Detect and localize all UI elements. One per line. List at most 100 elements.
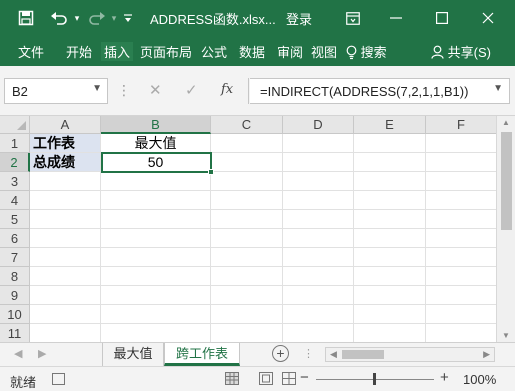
chevron-down-icon[interactable]: ▼ xyxy=(92,83,102,94)
grid-cell[interactable] xyxy=(101,248,211,267)
cell-a1[interactable]: 工作表 xyxy=(30,134,101,153)
normal-view-icon[interactable] xyxy=(225,372,239,385)
customize-quick-access-icon[interactable] xyxy=(122,8,134,28)
tab-page-layout[interactable]: 页面布局 xyxy=(140,42,192,61)
grid-cell[interactable] xyxy=(426,267,497,286)
scroll-right-icon[interactable]: ▶ xyxy=(483,349,490,360)
grid-cell[interactable] xyxy=(426,248,497,267)
tab-home[interactable]: 开始 xyxy=(66,42,92,61)
grid-cell[interactable] xyxy=(30,210,101,229)
grid-cell[interactable] xyxy=(30,172,101,191)
grid-cell[interactable] xyxy=(283,172,354,191)
vertical-scrollbar[interactable]: ▲ ▼ xyxy=(496,116,515,342)
redo-dropdown-icon[interactable]: ▾ xyxy=(109,8,119,28)
grid-cell[interactable] xyxy=(211,324,283,342)
grid-cell[interactable] xyxy=(30,267,101,286)
grid-cell[interactable] xyxy=(354,153,426,172)
confirm-entry-icon[interactable]: ✓ xyxy=(185,81,198,99)
column-header-f[interactable]: F xyxy=(426,116,497,134)
grid-cell[interactable] xyxy=(30,305,101,324)
grid-cell[interactable] xyxy=(426,305,497,324)
redo-icon[interactable] xyxy=(86,8,108,28)
tab-review[interactable]: 审阅 xyxy=(277,42,303,61)
tab-file[interactable]: 文件 xyxy=(18,42,44,61)
zoom-level[interactable]: 100% xyxy=(463,372,496,387)
grid-cell[interactable] xyxy=(354,286,426,305)
zoom-slider-thumb[interactable] xyxy=(373,373,376,385)
restore-icon[interactable] xyxy=(434,8,450,28)
cell-b1[interactable]: 最大值 xyxy=(101,134,211,153)
grid-cell[interactable] xyxy=(211,191,283,210)
grid-cell[interactable] xyxy=(354,305,426,324)
grid-cell[interactable] xyxy=(283,153,354,172)
column-header-e[interactable]: E xyxy=(354,116,426,134)
grid-cell[interactable] xyxy=(354,229,426,248)
select-all-corner[interactable] xyxy=(0,116,30,134)
grid-cell[interactable] xyxy=(211,229,283,248)
grid-cell[interactable] xyxy=(211,153,283,172)
grid-cell[interactable] xyxy=(426,153,497,172)
grid-cell[interactable] xyxy=(426,191,497,210)
grid-cell[interactable] xyxy=(283,305,354,324)
grid-cell[interactable] xyxy=(426,172,497,191)
grid-cell[interactable] xyxy=(283,134,354,153)
macro-recording-icon[interactable] xyxy=(52,373,65,385)
grid-cell[interactable] xyxy=(426,210,497,229)
login-link[interactable]: 登录 xyxy=(286,9,312,28)
tab-insert[interactable]: 插入 xyxy=(101,42,134,61)
row-header[interactable]: 7 xyxy=(0,248,30,267)
row-header[interactable]: 2 xyxy=(0,153,30,172)
column-header-d[interactable]: D xyxy=(283,116,354,134)
column-header-b[interactable]: B xyxy=(101,116,211,134)
grid-cell[interactable] xyxy=(283,248,354,267)
grid-cell[interactable] xyxy=(426,134,497,153)
grid-cell[interactable] xyxy=(101,324,211,342)
zoom-in-icon[interactable]: + xyxy=(440,369,449,386)
grid-cell[interactable] xyxy=(426,286,497,305)
ribbon-display-options-icon[interactable] xyxy=(345,8,361,28)
add-sheet-icon[interactable]: + xyxy=(272,345,289,362)
grid-cell[interactable] xyxy=(101,191,211,210)
grid-cell[interactable] xyxy=(283,229,354,248)
scroll-down-icon[interactable]: ▼ xyxy=(502,331,510,340)
grid-cell[interactable] xyxy=(283,286,354,305)
undo-dropdown-icon[interactable]: ▾ xyxy=(72,8,82,28)
cell-a2[interactable]: 总成绩 xyxy=(30,153,101,172)
formula-bar-resize-handle[interactable]: ⋮ xyxy=(117,82,131,99)
grid-cell[interactable] xyxy=(426,324,497,342)
grid-cell[interactable] xyxy=(283,210,354,229)
grid-cell[interactable] xyxy=(354,324,426,342)
scroll-up-icon[interactable]: ▲ xyxy=(502,118,510,127)
column-header-a[interactable]: A xyxy=(30,116,101,134)
grid-cell[interactable] xyxy=(30,324,101,342)
row-header[interactable]: 10 xyxy=(0,305,30,324)
column-header-c[interactable]: C xyxy=(211,116,283,134)
grid-cell[interactable] xyxy=(354,267,426,286)
sheet-tab-max[interactable]: 最大值 xyxy=(102,343,164,366)
grid-cell[interactable] xyxy=(426,229,497,248)
next-sheet-icon[interactable]: ▶ xyxy=(38,347,46,360)
grid-cell[interactable] xyxy=(211,134,283,153)
grid-cell[interactable] xyxy=(30,191,101,210)
grid-cell[interactable] xyxy=(101,210,211,229)
grid-cell[interactable] xyxy=(30,286,101,305)
search-button[interactable]: 搜索 xyxy=(346,42,387,63)
grid-cell[interactable] xyxy=(211,267,283,286)
tab-data[interactable]: 数据 xyxy=(239,42,265,61)
grid-cell[interactable] xyxy=(211,248,283,267)
zoom-out-icon[interactable]: − xyxy=(300,369,309,386)
scroll-left-icon[interactable]: ◀ xyxy=(330,349,337,360)
grid-cell[interactable] xyxy=(101,229,211,248)
horizontal-scroll-thumb[interactable] xyxy=(342,350,384,359)
grid-cell[interactable] xyxy=(354,134,426,153)
grid-cell[interactable] xyxy=(101,172,211,191)
cancel-entry-icon[interactable]: ✕ xyxy=(149,81,162,99)
grid-cell[interactable] xyxy=(30,248,101,267)
row-header[interactable]: 3 xyxy=(0,172,30,191)
cell-b2[interactable]: 50 xyxy=(101,153,211,172)
grid-cell[interactable] xyxy=(354,248,426,267)
grid-cell[interactable] xyxy=(30,229,101,248)
close-icon[interactable] xyxy=(480,8,496,28)
share-button[interactable]: 共享(S) xyxy=(431,42,491,62)
tab-formulas[interactable]: 公式 xyxy=(201,42,227,61)
